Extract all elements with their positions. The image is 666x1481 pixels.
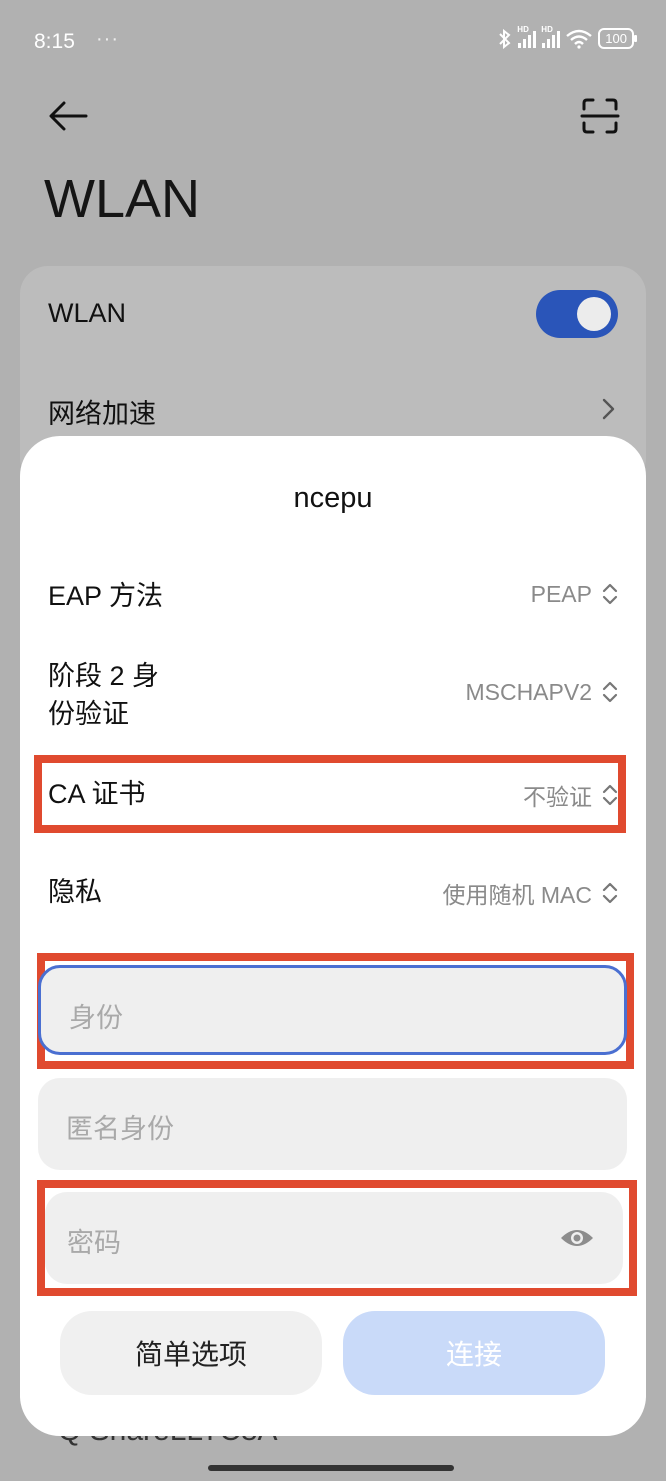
- home-indicator[interactable]: [208, 1465, 454, 1471]
- signal-icon-2: HD: [541, 25, 561, 48]
- ca-cert-label: CA 证书: [48, 779, 146, 809]
- phase2-auth-label-line2: 份验证: [48, 699, 129, 729]
- network-name: ncepu: [293, 482, 373, 514]
- password-placeholder: 密码: [67, 1228, 121, 1258]
- simple-options-button[interactable]: 简单选项: [60, 1311, 322, 1395]
- eap-method-value: PEAP: [530, 580, 592, 607]
- status-icons: HD HD 100: [498, 25, 637, 49]
- ca-cert-value: 不验证: [523, 784, 592, 810]
- back-arrow-icon: [49, 101, 88, 131]
- privacy-label: 隐私: [48, 877, 102, 907]
- phase2-auth-label-line1: 阶段 2 身: [48, 661, 160, 691]
- identity-placeholder: 身份: [69, 1003, 123, 1033]
- wlan-label: WLAN: [48, 298, 127, 328]
- updown-icon: [602, 681, 618, 703]
- scan-icon: [580, 98, 620, 134]
- eap-method-select[interactable]: PEAP: [531, 580, 620, 608]
- updown-icon: [602, 882, 618, 904]
- back-button[interactable]: [44, 92, 92, 140]
- notification-dots: ···: [96, 28, 119, 50]
- page-title: WLAN: [44, 169, 201, 229]
- network-accel-label[interactable]: 网络加速: [48, 392, 156, 431]
- phase2-auth-value: MSCHAPV2: [465, 678, 592, 705]
- scan-button[interactable]: [576, 92, 624, 140]
- updown-icon: [602, 583, 618, 605]
- status-time: 8:15: [34, 30, 75, 53]
- hd-label: HD: [517, 24, 529, 34]
- connect-button[interactable]: 连接: [343, 1311, 605, 1395]
- anonymous-identity-field[interactable]: 匿名身份: [38, 1078, 627, 1170]
- bluetooth-icon: [499, 28, 511, 49]
- eap-method-label: EAP 方法: [48, 581, 164, 611]
- signal-icon: HD: [517, 25, 537, 48]
- privacy-select[interactable]: 使用随机 MAC: [443, 876, 621, 910]
- toggle-knob: [577, 297, 611, 331]
- chevron-right-icon: [602, 398, 615, 420]
- updown-icon: [602, 784, 618, 806]
- privacy-value: 使用随机 MAC: [442, 882, 593, 908]
- wlan-toggle[interactable]: [536, 290, 618, 338]
- phase2-auth-label: 阶段 2 身 份验证: [48, 657, 159, 733]
- ca-cert-select[interactable]: 不验证: [523, 778, 620, 812]
- wifi-icon: [566, 29, 593, 49]
- hd-label-2: HD: [541, 24, 553, 34]
- identity-field[interactable]: 身份: [38, 965, 627, 1055]
- battery-icon: 100: [598, 28, 637, 49]
- password-field[interactable]: 密码: [45, 1192, 623, 1284]
- anonymous-identity-placeholder: 匿名身份: [66, 1114, 174, 1144]
- phase2-auth-select[interactable]: MSCHAPV2: [465, 678, 620, 706]
- eye-icon[interactable]: [559, 1226, 595, 1250]
